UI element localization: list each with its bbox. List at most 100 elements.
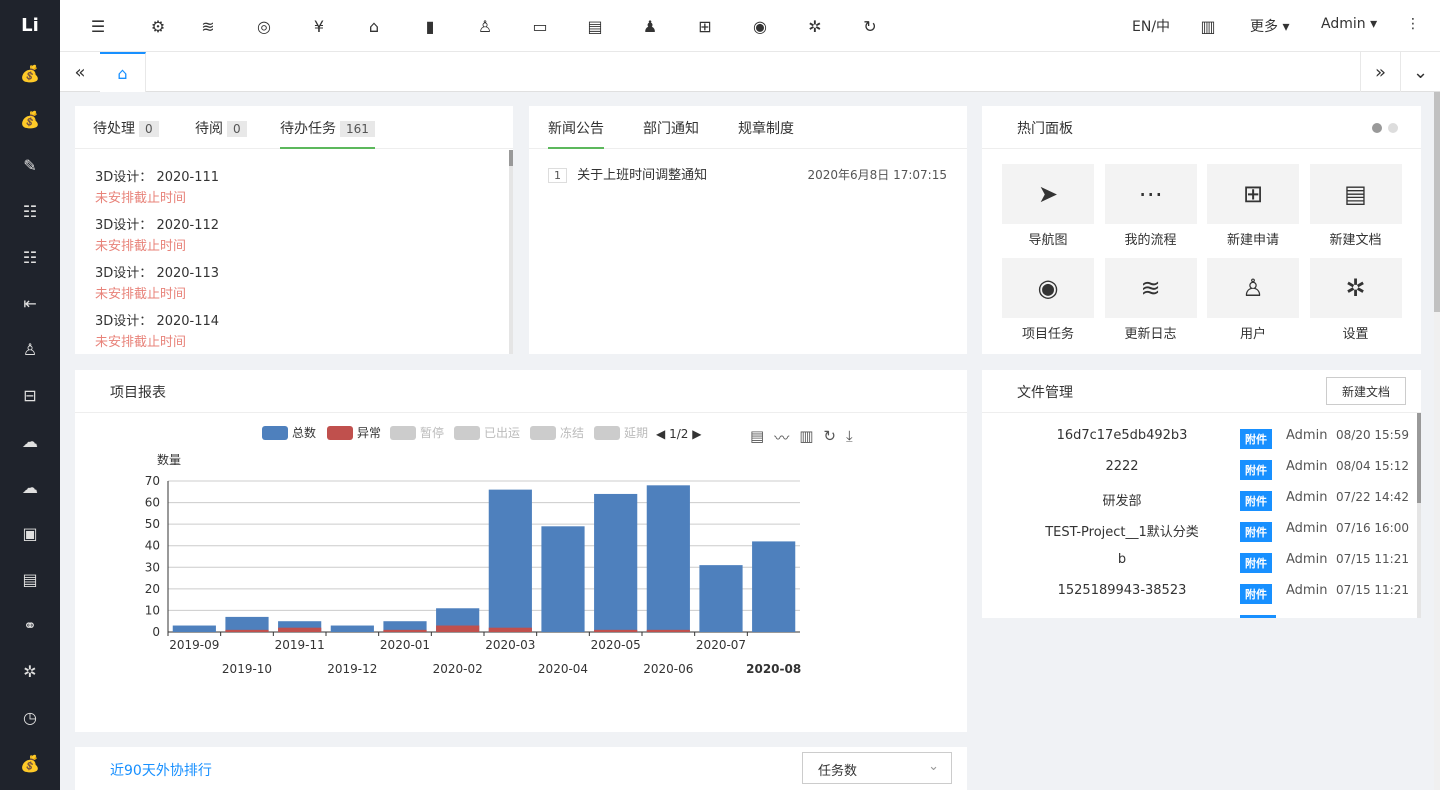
list-icon[interactable]: ☷ bbox=[0, 234, 60, 280]
task-item[interactable]: 3D设计： 2020-113 未安排截止时间 bbox=[95, 262, 219, 302]
new-document-button[interactable]: 新建文档 bbox=[1326, 377, 1406, 405]
download-icon[interactable]: ⤓ bbox=[846, 427, 853, 448]
more-menu[interactable]: 更多 ▾ bbox=[1250, 16, 1289, 36]
prev-page-icon[interactable]: ◀ bbox=[656, 427, 665, 441]
user-icon[interactable]: ♙ bbox=[0, 326, 60, 372]
list-icon[interactable]: ☷ bbox=[0, 188, 60, 234]
handshake-icon[interactable]: ⚭ bbox=[0, 602, 60, 648]
shortcut-new-doc[interactable]: ▤ bbox=[1309, 164, 1402, 224]
refresh-icon[interactable]: ↻ bbox=[858, 14, 882, 38]
user-edit-icon[interactable]: ♙ bbox=[473, 14, 497, 38]
line-chart-icon[interactable]: 〰 bbox=[774, 427, 789, 448]
warehouse-icon[interactable]: ⌂ bbox=[362, 14, 386, 38]
scrollbar-thumb[interactable] bbox=[1417, 413, 1421, 503]
scrollbar-thumb[interactable] bbox=[509, 150, 513, 166]
tab-todo-tasks[interactable]: 待办任务 161 bbox=[280, 118, 375, 149]
bar-chart-icon[interactable]: ▮ bbox=[418, 14, 442, 38]
file-row[interactable]: 研发部 附件 Admin 07/22 14:42 bbox=[982, 484, 1417, 515]
file-row[interactable]: 1525189943-38523 附件 Admin 07/15 11:21 bbox=[982, 577, 1417, 608]
tab-pending[interactable]: 待处理 0 bbox=[93, 118, 159, 138]
file-row[interactable]: 2222 附件 Admin 08/04 15:12 bbox=[982, 453, 1417, 484]
carousel-dot-active[interactable] bbox=[1372, 123, 1382, 133]
legend-item[interactable]: 已出运 bbox=[454, 424, 520, 441]
monitor-icon[interactable]: ▭ bbox=[528, 14, 552, 38]
tab-news[interactable]: 新闻公告 bbox=[548, 118, 604, 149]
yen-doc-icon[interactable]: ¥ bbox=[307, 14, 331, 38]
task-code: 2020-112 bbox=[156, 218, 220, 233]
bar-total bbox=[752, 541, 796, 632]
user-menu[interactable]: Admin ▾ bbox=[1321, 16, 1377, 32]
money-screen-icon[interactable]: ▣ bbox=[0, 510, 60, 556]
scrollbar-track[interactable] bbox=[1417, 413, 1421, 618]
gear-clock-icon[interactable]: ✲ bbox=[0, 648, 60, 694]
bus-icon[interactable]: ⊟ bbox=[0, 372, 60, 418]
shortcut-user[interactable]: ♙ bbox=[1207, 258, 1299, 318]
outdent-icon[interactable]: ⇤ bbox=[0, 280, 60, 326]
cloud-icon[interactable]: ☁ bbox=[0, 464, 60, 510]
ranking-title[interactable]: 近90天外协排行 bbox=[110, 760, 212, 780]
legend-item[interactable]: 暂停 bbox=[390, 424, 444, 441]
shortcut-add-square[interactable]: ⊞ bbox=[1207, 164, 1299, 224]
task-item[interactable]: 3D设计： 2020-114 未安排截止时间 bbox=[95, 310, 219, 350]
sitemap-icon[interactable]: ⊞ bbox=[693, 14, 717, 38]
tab-regulations[interactable]: 规章制度 bbox=[738, 118, 794, 138]
legend-item[interactable]: 异常 bbox=[327, 424, 381, 441]
news-item[interactable]: 1 关于上班时间调整通知 2020年6月8日 17:07:15 bbox=[548, 164, 968, 184]
shortcut-flow[interactable]: ⋯ bbox=[1104, 164, 1197, 224]
legend-item[interactable]: 延期 bbox=[594, 424, 648, 441]
task-item[interactable]: 3D设计： 2020-111 未安排截止时间 bbox=[95, 166, 219, 206]
money-bag-icon[interactable]: 💰 bbox=[0, 50, 60, 96]
settings-icon[interactable]: ✲ bbox=[803, 14, 827, 38]
tab-dropdown-icon[interactable]: ⌄ bbox=[1400, 52, 1440, 92]
shortcut-label: 设置 bbox=[1342, 327, 1369, 342]
shortcut-layers[interactable]: ≋ bbox=[1104, 258, 1197, 318]
tab-department-notice[interactable]: 部门通知 bbox=[643, 118, 699, 138]
app-logo[interactable]: Li bbox=[0, 0, 60, 50]
ranking-metric-select[interactable]: 任务数 ⌄ bbox=[802, 752, 952, 784]
count-badge: 0 bbox=[139, 121, 159, 137]
task-note: 未安排截止时间 bbox=[95, 335, 187, 350]
shortcut-gear[interactable]: ✲ bbox=[1309, 258, 1402, 318]
y-tick-label: 0 bbox=[152, 625, 160, 639]
carousel-dot[interactable] bbox=[1388, 123, 1398, 133]
menu-toggle-icon[interactable]: ☰ bbox=[86, 14, 110, 38]
task-item[interactable]: 3D设计： 2020-112 未安排截止时间 bbox=[95, 214, 219, 254]
page-scrollbar-thumb[interactable] bbox=[1434, 92, 1440, 312]
file-row[interactable]: b 附件 Admin 07/15 11:21 bbox=[982, 546, 1417, 577]
file-row[interactable]: 16d7c17e5db492b3 附件 Admin 08/20 15:59 bbox=[982, 422, 1417, 453]
clock-icon[interactable]: ◷ bbox=[0, 694, 60, 740]
tab-to-read[interactable]: 待阅 0 bbox=[195, 118, 247, 138]
clipboard-icon[interactable]: ▤ bbox=[0, 556, 60, 602]
document-clock-icon[interactable]: ▥ bbox=[1196, 14, 1220, 38]
bar-chart-icon[interactable]: ▥ bbox=[799, 427, 813, 448]
scroll-left-icon[interactable]: « bbox=[60, 52, 100, 92]
next-page-icon[interactable]: ▶ bbox=[692, 427, 701, 441]
clipboard-clock-icon[interactable]: ▤ bbox=[583, 14, 607, 38]
page-scrollbar[interactable] bbox=[1434, 92, 1440, 790]
money-circle-icon[interactable]: ◎ bbox=[252, 14, 276, 38]
data-view-icon[interactable]: ▤ bbox=[750, 427, 764, 448]
scroll-right-icon[interactable]: » bbox=[1360, 52, 1400, 92]
bar-total bbox=[646, 485, 690, 632]
hot-panel-card: 热门面板 ➤ 导航图 ⋯ 我的流程 ⊞ 新建申请 ▤ 新建文档 ◉ 项目任务 ≋ 更新日志 ♙ 用户 ✲ 设置 bbox=[982, 106, 1421, 354]
kebab-menu-icon[interactable]: ⋮ bbox=[1406, 16, 1420, 32]
scrollbar-track[interactable] bbox=[509, 150, 513, 354]
oa-icon[interactable]: ◉ bbox=[748, 14, 772, 38]
legend-pager[interactable]: ◀ 1/2 ▶ bbox=[656, 427, 701, 441]
language-switch[interactable]: EN/中 bbox=[1132, 16, 1170, 36]
legend-item[interactable]: 冻结 bbox=[530, 424, 584, 441]
shortcut-compass[interactable]: ◉ bbox=[1002, 258, 1094, 318]
file-row[interactable]: TEST-Project__1默认分类 附件 Admin 07/16 16:00 bbox=[982, 515, 1417, 546]
shortcut-send[interactable]: ➤ bbox=[1002, 164, 1094, 224]
edit-icon[interactable]: ✎ bbox=[0, 142, 60, 188]
home-tab[interactable]: ⌂ bbox=[100, 52, 146, 92]
cloud-icon[interactable]: ☁ bbox=[0, 418, 60, 464]
legend-item[interactable]: 总数 bbox=[262, 424, 316, 441]
user-tie-icon[interactable]: ♟ bbox=[638, 14, 662, 38]
money-bag-icon[interactable]: 💰 bbox=[0, 740, 60, 786]
restore-icon[interactable]: ↻ bbox=[823, 427, 836, 448]
report-title: 项目报表 bbox=[110, 385, 166, 401]
money-bag-icon[interactable]: 💰 bbox=[0, 96, 60, 142]
layers-icon[interactable]: ≋ bbox=[196, 14, 220, 38]
gears-icon[interactable]: ⚙ bbox=[146, 14, 170, 38]
